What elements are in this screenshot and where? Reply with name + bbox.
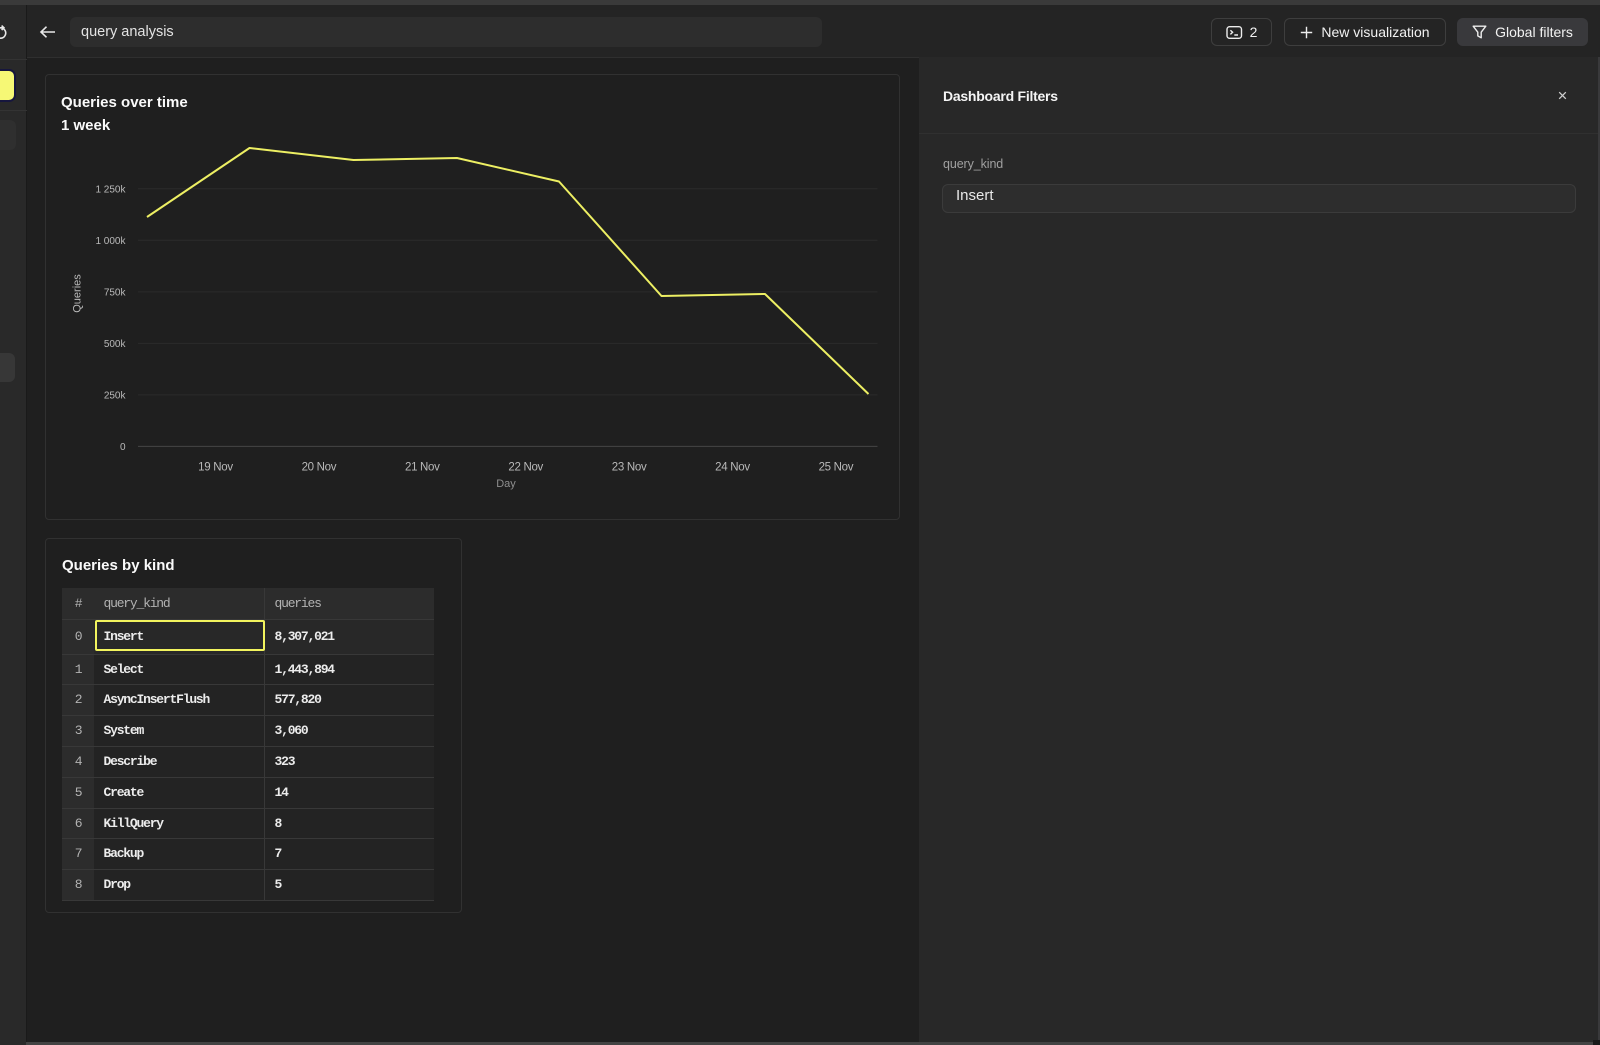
svg-text:20 Nov: 20 Nov <box>302 462 337 474</box>
svg-text:25 Nov: 25 Nov <box>819 462 854 474</box>
svg-text:750k: 750k <box>104 287 127 298</box>
svg-text:1 000k: 1 000k <box>95 236 126 247</box>
svg-text:500k: 500k <box>104 339 127 350</box>
svg-text:Day: Day <box>496 478 516 490</box>
svg-text:250k: 250k <box>104 390 127 401</box>
svg-text:23 Nov: 23 Nov <box>612 462 647 474</box>
svg-text:22 Nov: 22 Nov <box>508 462 543 474</box>
svg-text:21 Nov: 21 Nov <box>405 462 440 474</box>
svg-text:Queries: Queries <box>72 274 84 313</box>
svg-text:24 Nov: 24 Nov <box>715 462 750 474</box>
svg-text:1 250k: 1 250k <box>95 184 126 195</box>
svg-text:19 Nov: 19 Nov <box>198 462 233 474</box>
svg-text:0: 0 <box>120 442 126 453</box>
